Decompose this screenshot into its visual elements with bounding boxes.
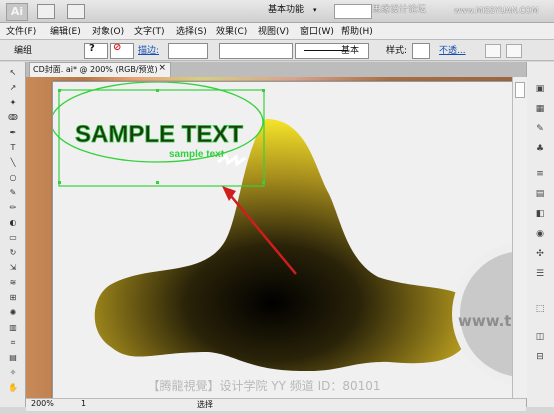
- zoom-level[interactable]: 200%: [31, 399, 54, 408]
- type-tool-icon[interactable]: T: [7, 143, 19, 154]
- hand-tool-icon[interactable]: ✋: [7, 383, 19, 394]
- pencil-tool-icon[interactable]: ✏: [7, 203, 19, 214]
- gradient-tool-icon[interactable]: ▤: [7, 353, 19, 364]
- search-input[interactable]: [334, 4, 372, 19]
- align-icon[interactable]: ⊟: [532, 352, 548, 364]
- horizontal-scrollbar[interactable]: [26, 398, 526, 411]
- menu-select[interactable]: 选择(S): [176, 24, 207, 37]
- color-panel-icon[interactable]: ▣: [532, 84, 548, 96]
- group-label: 编组: [14, 46, 33, 56]
- bottom-watermark: 【腾龍視覺】设计学院 YY 频道 ID：80101: [147, 379, 381, 393]
- vertical-scrollbar[interactable]: [512, 77, 527, 398]
- options-icon[interactable]: [485, 44, 501, 58]
- line-tool-icon[interactable]: ╲: [7, 158, 19, 169]
- selection-handle[interactable]: [156, 181, 159, 184]
- no-stroke-icon: ⊘: [113, 42, 122, 53]
- scale-tool-icon[interactable]: ⇲: [7, 263, 19, 274]
- app-logo: Ai: [6, 3, 28, 21]
- brushes-icon[interactable]: ✎: [532, 124, 548, 136]
- brush-tool-icon[interactable]: ✎: [7, 188, 19, 199]
- swatches-icon[interactable]: ▦: [532, 104, 548, 116]
- magic-wand-icon[interactable]: ✦: [7, 98, 19, 109]
- style-label: 样式:: [386, 46, 408, 56]
- selection-handle[interactable]: [262, 181, 265, 184]
- menu-view[interactable]: 视图(V): [258, 24, 289, 37]
- graph-tool-icon[interactable]: ▥: [7, 323, 19, 334]
- brush-basic-label: 基本: [341, 46, 360, 56]
- blob-brush-icon[interactable]: ◐: [7, 218, 19, 229]
- question-icon: ?: [89, 43, 95, 54]
- direct-selection-tool-icon[interactable]: ↗: [7, 83, 19, 94]
- width-tool-icon[interactable]: ≋: [7, 278, 19, 289]
- menu-type[interactable]: 文字(T): [134, 24, 165, 37]
- menu-help[interactable]: 帮助(H): [341, 24, 373, 37]
- site-watermark: www.MISSYUAN.COM: [454, 6, 539, 15]
- ellipse-tool-icon[interactable]: ○: [7, 173, 19, 184]
- selection-handle[interactable]: [262, 89, 265, 92]
- artboards-icon[interactable]: ⬚: [532, 304, 548, 316]
- pen-tool-icon[interactable]: ✒: [7, 128, 19, 139]
- eraser-icon[interactable]: ▭: [7, 233, 19, 244]
- selection-handle[interactable]: [58, 89, 61, 92]
- bridge-icon[interactable]: [37, 4, 55, 19]
- sample-text[interactable]: SAMPLE TEXT: [75, 121, 244, 149]
- document-tab[interactable]: CD封面. ai* @ 200% (RGB/预览) ×: [29, 62, 171, 77]
- page-number[interactable]: 1: [81, 399, 86, 408]
- stroke-panel-icon[interactable]: ≡: [532, 169, 548, 181]
- document-tab-title: CD封面. ai* @ 200% (RGB/预览): [33, 65, 158, 74]
- selection-handle[interactable]: [156, 89, 159, 92]
- lasso-icon[interactable]: ↂ: [7, 113, 19, 124]
- fill-swatch[interactable]: [84, 43, 108, 59]
- selection-handle[interactable]: [58, 181, 61, 184]
- mesh-tool-icon[interactable]: ⌗: [7, 338, 19, 349]
- opacity-label[interactable]: 不透...: [439, 43, 466, 57]
- layers-icon[interactable]: ☰: [532, 269, 548, 281]
- artboard: www.tlvi.net SAMPLE TEXT sample text: [50, 81, 512, 398]
- rotate-tool-icon[interactable]: ↻: [7, 248, 19, 259]
- scroll-thumb[interactable]: [515, 82, 525, 98]
- pathfinder-icon[interactable]: ◫: [532, 332, 548, 344]
- symbols-icon[interactable]: ♣: [532, 144, 548, 156]
- gold-shape[interactable]: [94, 119, 473, 372]
- artwork-canvas: www.tlvi.net SAMPLE TEXT sample text: [50, 81, 512, 385]
- site-url-text: www.tlvi.net: [458, 312, 512, 330]
- selection-tool-icon[interactable]: ↖: [7, 68, 19, 79]
- stroke-weight-field[interactable]: [168, 43, 208, 59]
- symbol-sprayer-icon[interactable]: ✺: [7, 308, 19, 319]
- graphic-styles-icon[interactable]: ✣: [532, 249, 548, 261]
- menu-edit[interactable]: 编辑(E): [50, 24, 81, 37]
- sample-text-small[interactable]: sample text: [169, 149, 225, 160]
- zigzag-mark: [217, 153, 246, 167]
- eyedropper-icon[interactable]: ✧: [7, 368, 19, 379]
- variable-width-profile[interactable]: [219, 43, 293, 59]
- chevron-down-icon[interactable]: ▾: [313, 6, 317, 14]
- free-transform-icon[interactable]: ⊞: [7, 293, 19, 304]
- menu-file[interactable]: 文件(F): [6, 24, 36, 37]
- close-icon[interactable]: ×: [158, 63, 166, 73]
- style-swatch[interactable]: [412, 43, 430, 59]
- arrange-documents-icon[interactable]: [67, 4, 85, 19]
- transparency-icon[interactable]: ◧: [532, 209, 548, 221]
- appearance-icon[interactable]: ◉: [532, 229, 548, 241]
- menu-object[interactable]: 对象(O): [92, 24, 124, 37]
- gradient-panel-icon[interactable]: ▤: [532, 189, 548, 201]
- status-mode: 选择: [197, 400, 213, 409]
- stroke-label[interactable]: 描边:: [138, 43, 159, 57]
- canvas[interactable]: www.tlvi.net SAMPLE TEXT sample text: [26, 77, 512, 398]
- menu-effect[interactable]: 效果(C): [216, 24, 247, 37]
- forum-watermark: 思缘设计论坛: [372, 5, 427, 15]
- menu-window[interactable]: 窗口(W): [300, 24, 334, 37]
- recolor-icon[interactable]: [506, 44, 522, 58]
